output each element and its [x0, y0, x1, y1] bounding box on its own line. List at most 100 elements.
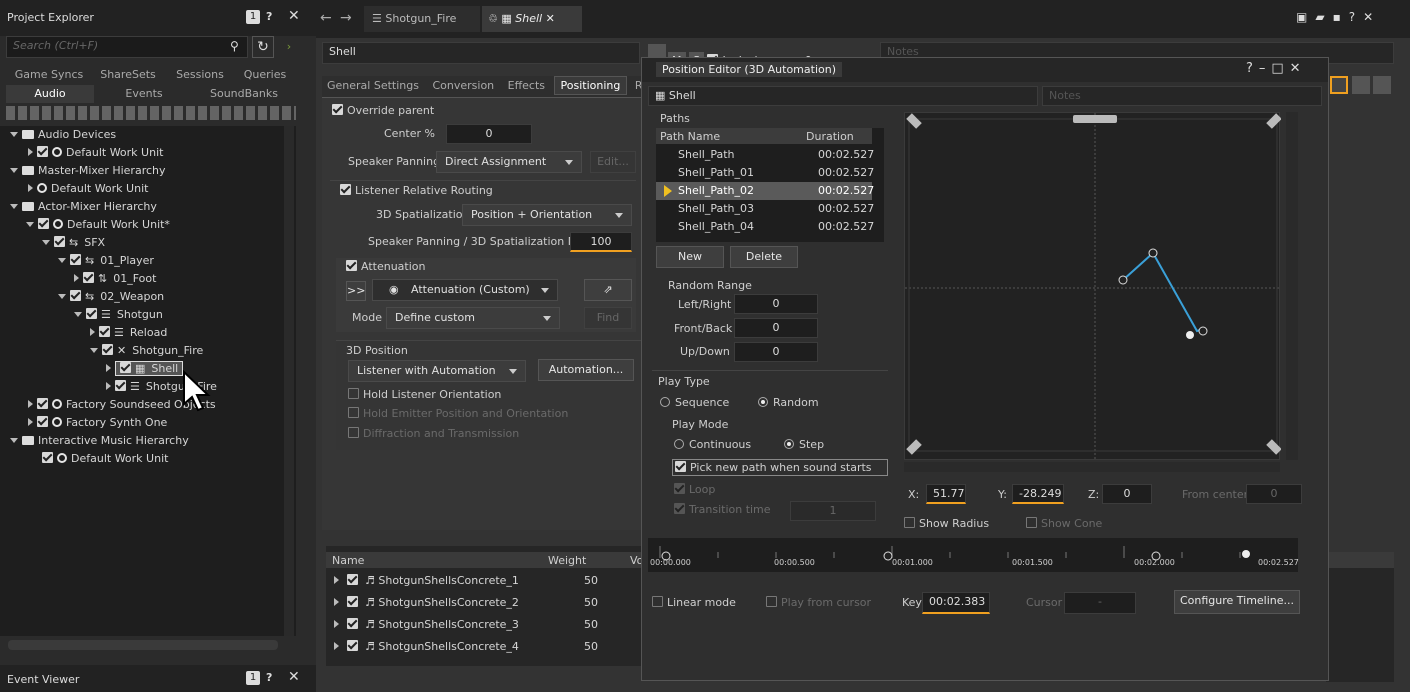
close-icon[interactable]: ✕: [288, 8, 300, 24]
pe-object-field[interactable]: ▦ Shell: [648, 86, 1038, 106]
z-field[interactable]: 0: [1102, 484, 1152, 504]
tab-sessions[interactable]: Sessions: [164, 66, 236, 84]
help-icon[interactable]: ?: [266, 671, 272, 684]
tree-item[interactable]: Default Work Unit: [28, 144, 163, 162]
toolbar-icons[interactable]: ▣▰▪?✕: [1296, 10, 1381, 24]
continuous-radio[interactable]: Continuous: [674, 438, 751, 451]
col-duration[interactable]: Duration: [806, 130, 854, 143]
center-slider-field[interactable]: 0: [446, 124, 532, 144]
tree-item-audio-devices[interactable]: Audio Devices: [10, 126, 116, 144]
search-icon[interactable]: ⚲: [230, 39, 239, 53]
path-row[interactable]: Shell_Path_02 00:02.527: [678, 182, 874, 200]
graph-hscroll[interactable]: [904, 462, 1280, 472]
tree-item[interactable]: ⇅ 01_Foot: [74, 270, 156, 288]
list-row[interactable]: ♬ ShotgunShellsConcrete_4 50: [334, 638, 634, 656]
x-field[interactable]: 51.777: [926, 484, 966, 504]
tab-game-syncs[interactable]: Game Syncs: [6, 66, 92, 84]
pe-notes-field[interactable]: Notes: [1042, 86, 1322, 106]
new-path-button[interactable]: New: [656, 246, 724, 268]
go-icon[interactable]: ›: [278, 36, 300, 58]
tab-general-settings[interactable]: General Settings: [322, 79, 424, 92]
tree-item[interactable]: Default Work Unit: [42, 450, 168, 468]
tree-item[interactable]: Default Work Unit: [28, 180, 148, 198]
tab-effects[interactable]: Effects: [503, 79, 550, 92]
y-field[interactable]: -28.249: [1012, 484, 1064, 504]
tree-item-interactive-music[interactable]: Interactive Music Hierarchy: [10, 432, 189, 450]
forward-arrow-icon[interactable]: →: [340, 10, 352, 26]
sync-icon[interactable]: ↻: [252, 36, 274, 58]
cursor-field[interactable]: -: [1064, 592, 1136, 614]
hold-emitter-checkbox[interactable]: Hold Emitter Position and Orientation: [348, 407, 568, 420]
path-row[interactable]: Shell_Path 00:02.527: [678, 146, 874, 164]
pos3d-dropdown[interactable]: Listener with Automation: [348, 360, 526, 382]
path-row[interactable]: Shell_Path_04 00:02.527: [678, 218, 874, 236]
tab-queries[interactable]: Queries: [236, 66, 294, 84]
mix-field[interactable]: 100: [570, 232, 632, 252]
tab-shotgun-fire[interactable]: ☰ Shotgun_Fire: [364, 6, 480, 32]
attenuation-checkbox[interactable]: Attenuation: [346, 260, 425, 273]
play-from-cursor-checkbox[interactable]: Play from cursor: [766, 596, 871, 609]
configure-timeline-button[interactable]: Configure Timeline...: [1174, 590, 1300, 614]
tree-item[interactable]: Factory Synth One: [28, 414, 167, 432]
help-icon[interactable]: ?: [266, 10, 272, 23]
graph-vscroll[interactable]: [1286, 112, 1298, 460]
pin-icon[interactable]: 1: [246, 10, 260, 24]
fb-field[interactable]: 0: [734, 318, 818, 338]
col-name[interactable]: Name: [332, 553, 364, 569]
attenuation-share-field[interactable]: ◉ Attenuation (Custom): [372, 279, 558, 301]
lr-field[interactable]: 0: [734, 294, 818, 314]
tab-audio[interactable]: Audio: [6, 85, 94, 103]
tab-soundbanks[interactable]: SoundBanks: [194, 85, 294, 103]
pick-new-path-checkbox[interactable]: Pick new path when sound starts: [672, 459, 888, 476]
list-row[interactable]: ♬ ShotgunShellsConcrete_3 50: [334, 616, 634, 634]
back-arrow-icon[interactable]: ←: [320, 10, 332, 26]
tree-item[interactable]: ⇆ 02_Weapon: [58, 288, 164, 306]
tree-item[interactable]: Default Work Unit*: [26, 216, 170, 234]
sequence-radio[interactable]: Sequence: [660, 396, 729, 409]
tree-item[interactable]: ☰ Reload: [90, 324, 167, 342]
override-parent-checkbox[interactable]: Override parent: [332, 104, 434, 117]
horizontal-scrollbar[interactable]: [8, 640, 278, 650]
from-center-field[interactable]: 0: [1246, 484, 1302, 504]
path-row[interactable]: Shell_Path_03 00:02.527: [678, 200, 874, 218]
listener-relative-checkbox[interactable]: Listener Relative Routing: [340, 184, 493, 197]
key-field[interactable]: 00:02.383: [922, 592, 990, 614]
ud-field[interactable]: 0: [734, 342, 818, 362]
open-external-button[interactable]: ⇗: [584, 279, 632, 301]
tab-events[interactable]: Events: [94, 85, 194, 103]
tree-item-master-mixer[interactable]: Master-Mixer Hierarchy: [10, 162, 166, 180]
random-radio[interactable]: Random: [758, 396, 819, 409]
tree-item[interactable]: ⇆ SFX: [42, 234, 105, 252]
tree-item[interactable]: ☰ Shotgun: [74, 306, 163, 324]
list-row[interactable]: ♬ ShotgunShellsConcrete_2 50: [334, 594, 634, 612]
layout-buttons[interactable]: [1330, 76, 1394, 94]
pin-icon[interactable]: 1: [246, 671, 260, 685]
linear-mode-checkbox[interactable]: Linear mode: [652, 596, 736, 609]
tree-item[interactable]: ⇆ 01_Player: [58, 252, 154, 270]
object-name-field[interactable]: Shell: [322, 42, 640, 64]
speaker-panning-dropdown[interactable]: Direct Assignment: [436, 151, 582, 173]
timeline[interactable]: 00:00.000 00:00.500 00:01.000 00:01.500 …: [648, 538, 1299, 572]
tab-positioning[interactable]: Positioning: [553, 76, 628, 95]
delete-path-button[interactable]: Delete: [730, 246, 798, 268]
path-row[interactable]: Shell_Path_01 00:02.527: [678, 164, 874, 182]
attenuation-expand-button[interactable]: >>: [346, 281, 366, 301]
find-button[interactable]: Find: [584, 307, 632, 329]
transition-checkbox[interactable]: Transition time: [674, 503, 771, 516]
spatialization-dropdown[interactable]: Position + Orientation: [462, 204, 632, 226]
diffraction-checkbox[interactable]: Diffraction and Transmission: [348, 427, 519, 440]
col-path-name[interactable]: Path Name: [660, 130, 720, 143]
show-radius-checkbox[interactable]: Show Radius: [904, 517, 989, 530]
edit-button[interactable]: Edit...: [590, 151, 636, 173]
tree-item-selected[interactable]: ▦ Shell: [106, 360, 184, 378]
col-weight[interactable]: Weight: [548, 553, 586, 569]
tab-shell[interactable]: ♲ ▦ Shell ✕: [482, 6, 582, 32]
tab-conversion[interactable]: Conversion: [427, 79, 499, 92]
tree-scrollbar[interactable]: [284, 126, 294, 636]
loop-checkbox[interactable]: Loop: [674, 483, 715, 496]
tab-sharesets[interactable]: ShareSets: [92, 66, 164, 84]
list-row[interactable]: ♬ ShotgunShellsConcrete_1 50: [334, 572, 634, 590]
hold-listener-checkbox[interactable]: Hold Listener Orientation: [348, 388, 501, 401]
close-icon[interactable]: ✕: [288, 669, 300, 685]
position-graph[interactable]: [904, 112, 1282, 461]
